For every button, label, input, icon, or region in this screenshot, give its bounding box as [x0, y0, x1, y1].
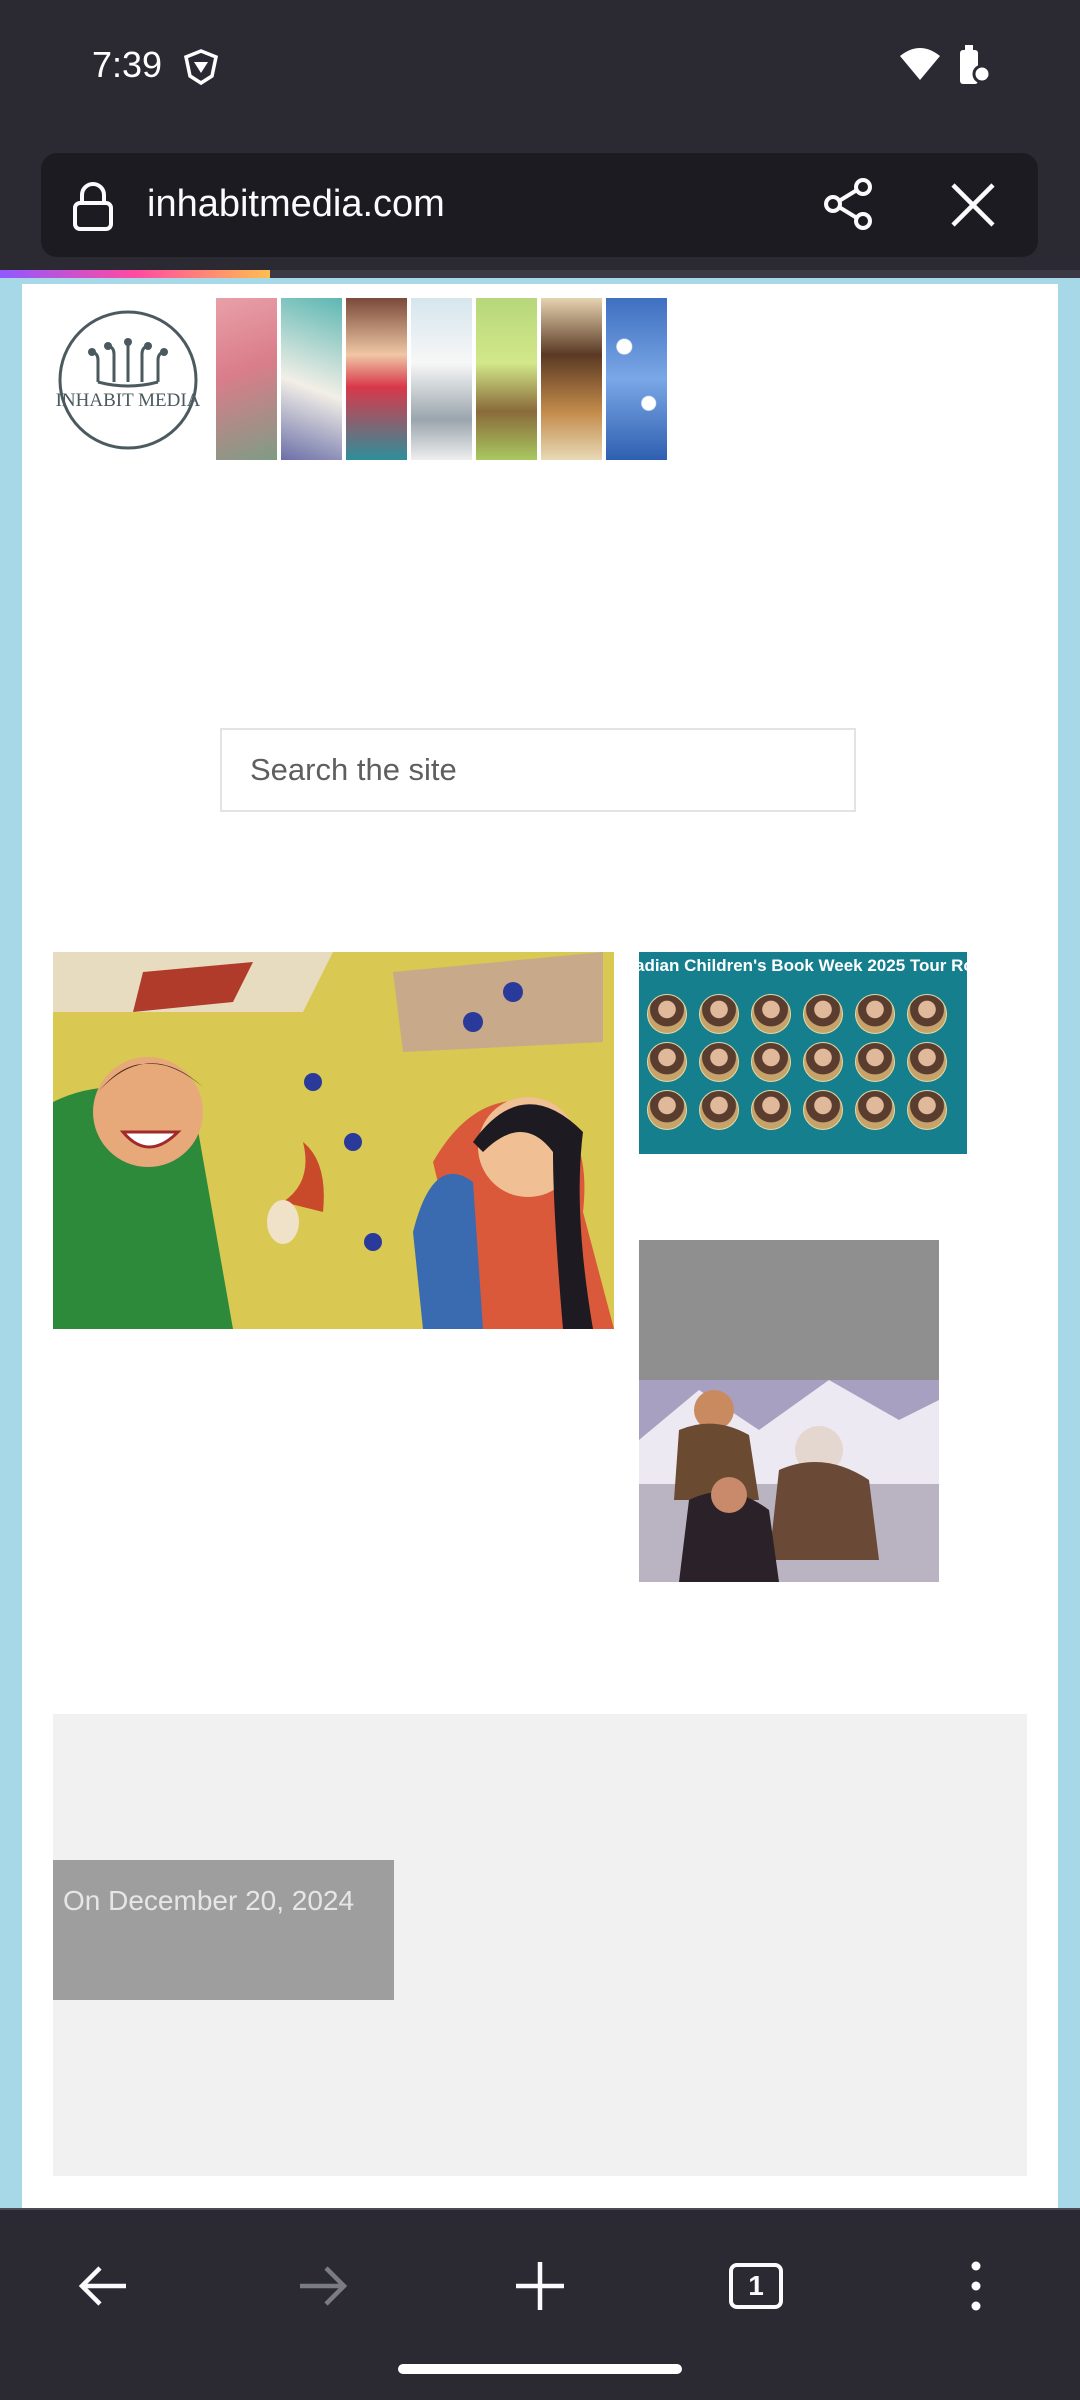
- author-portrait: [751, 1090, 791, 1130]
- author-portrait: [647, 1090, 687, 1130]
- author-portrait: [907, 994, 947, 1034]
- author-portrait: [699, 994, 739, 1034]
- home-indicator[interactable]: [398, 2364, 682, 2374]
- site-search-input[interactable]: [222, 730, 854, 810]
- url-text[interactable]: inhabitmedia.com: [147, 183, 445, 226]
- logo-text: INHABIT MEDIA: [56, 390, 200, 411]
- featured-illustration-image[interactable]: [53, 952, 614, 1329]
- author-portrait: [699, 1042, 739, 1082]
- author-portrait: [803, 1042, 843, 1082]
- tour-banner-title: adian Children's Book Week 2025 Tour Ros: [639, 956, 967, 975]
- news-post-card[interactable]: On December 20, 2024: [53, 1714, 1027, 2176]
- banner-strip-child: [346, 298, 407, 460]
- author-portrait: [751, 994, 791, 1034]
- battery-saver-icon: [960, 45, 990, 84]
- story-illustration-image[interactable]: [639, 1240, 939, 1582]
- author-portrait: [647, 994, 687, 1034]
- banner-strip-pig: [216, 298, 277, 460]
- banner-strip-owl: [411, 298, 472, 460]
- book-week-tour-image[interactable]: adian Children's Book Week 2025 Tour Ros: [639, 952, 967, 1154]
- page-load-progress: [0, 270, 1080, 278]
- author-portrait: [907, 1090, 947, 1130]
- author-portrait: [803, 994, 843, 1034]
- author-portrait: [855, 1042, 895, 1082]
- status-time: 7:39: [92, 44, 163, 85]
- wifi-icon: [900, 48, 940, 80]
- author-portrait: [803, 1090, 843, 1130]
- web-viewport: INHABIT MEDIA Search the site adian Chil…: [0, 278, 1080, 2208]
- inhabit-media-logo[interactable]: INHABIT MEDIA: [56, 308, 200, 452]
- book-cover-banner[interactable]: [216, 298, 667, 460]
- share-icon[interactable]: [821, 177, 875, 231]
- author-portrait: [855, 994, 895, 1034]
- banner-strip-hunter: [541, 298, 602, 460]
- new-tab-plus-icon[interactable]: [508, 2254, 572, 2318]
- lock-icon[interactable]: [71, 181, 115, 231]
- back-arrow-icon[interactable]: [72, 2254, 136, 2318]
- url-bar[interactable]: inhabitmedia.com: [41, 153, 1038, 257]
- menu-kebab-icon[interactable]: [944, 2254, 1008, 2318]
- banner-strip-stars: [606, 298, 667, 460]
- web-page: INHABIT MEDIA Search the site adian Chil…: [22, 284, 1058, 2208]
- author-portrait: [907, 1042, 947, 1082]
- page-load-progress-fill: [0, 270, 270, 278]
- author-portrait: [855, 1090, 895, 1130]
- author-portrait: [647, 1042, 687, 1082]
- vpn-shield-icon: [183, 49, 219, 86]
- post-date-label: On December 20, 2024: [53, 1860, 394, 2000]
- forward-arrow-icon[interactable]: [290, 2254, 354, 2318]
- author-portrait: [751, 1042, 791, 1082]
- close-icon[interactable]: [947, 179, 999, 231]
- site-search-box[interactable]: [220, 728, 856, 812]
- banner-strip-forest: [476, 298, 537, 460]
- status-bar: 7:39: [0, 0, 1080, 140]
- tab-count: 1: [748, 2270, 764, 2301]
- author-portrait: [699, 1090, 739, 1130]
- tab-counter-button[interactable]: 1: [724, 2254, 788, 2318]
- banner-strip-wave: [281, 298, 342, 460]
- tour-author-portraits: [647, 994, 947, 1130]
